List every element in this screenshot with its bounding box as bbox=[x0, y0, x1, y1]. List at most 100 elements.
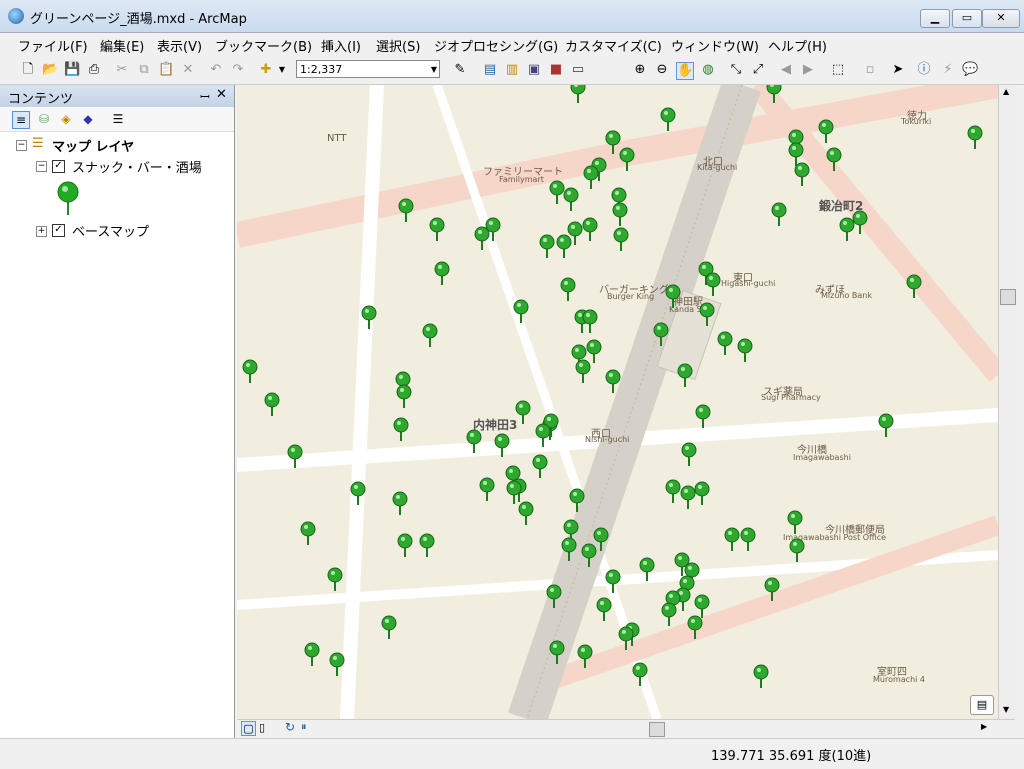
bar-location-pin-icon[interactable] bbox=[419, 533, 435, 557]
cut-icon[interactable]: ✂ bbox=[114, 62, 130, 78]
menu-edit[interactable]: 編集(E) bbox=[100, 36, 144, 55]
bar-location-pin-icon[interactable] bbox=[967, 125, 983, 149]
bar-location-pin-icon[interactable] bbox=[605, 130, 621, 154]
menu-view[interactable]: 表示(V) bbox=[157, 36, 202, 55]
bar-location-pin-icon[interactable] bbox=[787, 510, 803, 534]
bar-location-pin-icon[interactable] bbox=[639, 557, 655, 581]
menu-selection[interactable]: 選択(S) bbox=[376, 36, 420, 55]
identify-icon[interactable]: ⓘ bbox=[916, 62, 932, 78]
layout-view-icon[interactable]: ▯ bbox=[259, 721, 265, 734]
bar-location-pin-icon[interactable] bbox=[766, 85, 782, 103]
bar-location-pin-icon[interactable] bbox=[563, 187, 579, 211]
arctoolbox-icon[interactable]: ■ bbox=[548, 62, 564, 78]
bar-location-pin-icon[interactable] bbox=[466, 429, 482, 453]
delete-icon[interactable]: ✕ bbox=[180, 62, 196, 78]
bar-location-pin-icon[interactable] bbox=[494, 433, 510, 457]
bar-location-pin-icon[interactable] bbox=[665, 284, 681, 308]
save-icon[interactable]: 💾 bbox=[64, 62, 80, 78]
python-window-icon[interactable]: ▭ bbox=[570, 62, 586, 78]
bar-location-pin-icon[interactable] bbox=[612, 202, 628, 226]
menu-customize[interactable]: カスタマイズ(C) bbox=[565, 36, 662, 55]
menu-geoprocessing[interactable]: ジオプロセシング(G) bbox=[434, 36, 558, 55]
bar-location-pin-icon[interactable] bbox=[583, 165, 599, 189]
menu-help[interactable]: ヘルプ(H) bbox=[768, 36, 827, 55]
clear-selection-icon[interactable]: ▫ bbox=[862, 62, 878, 78]
bar-location-pin-icon[interactable] bbox=[771, 202, 787, 226]
root-collapse-icon[interactable]: − bbox=[16, 140, 27, 151]
bar-location-pin-icon[interactable] bbox=[582, 309, 598, 333]
chevron-down-icon[interactable]: ▼ bbox=[431, 61, 437, 79]
print-icon[interactable]: ⎙ bbox=[86, 62, 102, 78]
scroll-right-icon[interactable]: ▶ bbox=[981, 722, 987, 731]
pin-icon[interactable]: ꟷ bbox=[200, 88, 210, 105]
menu-insert[interactable]: 挿入(I) bbox=[321, 36, 361, 55]
bar-location-pin-icon[interactable] bbox=[653, 322, 669, 346]
paste-icon[interactable]: 📋 bbox=[158, 62, 174, 78]
copy-icon[interactable]: ⧉ bbox=[136, 62, 152, 78]
refresh-icon[interactable]: ↻ bbox=[285, 720, 295, 734]
bar-location-pin-icon[interactable] bbox=[560, 277, 576, 301]
scroll-down-icon[interactable]: ▼ bbox=[1003, 705, 1009, 714]
toc-close-icon[interactable]: ✕ bbox=[216, 87, 227, 102]
back-extent-icon[interactable]: ◀ bbox=[778, 62, 794, 78]
bar-location-pin-icon[interactable] bbox=[826, 147, 842, 171]
bar-location-pin-icon[interactable] bbox=[393, 417, 409, 441]
bar-location-pin-icon[interactable] bbox=[695, 404, 711, 428]
bar-location-pin-icon[interactable] bbox=[717, 331, 733, 355]
bar-location-pin-icon[interactable] bbox=[618, 626, 634, 650]
bar-location-pin-icon[interactable] bbox=[350, 481, 366, 505]
bar-location-pin-icon[interactable] bbox=[556, 234, 572, 258]
bar-location-pin-icon[interactable] bbox=[561, 537, 577, 561]
layer-bars[interactable]: スナック・バー・酒場 bbox=[72, 157, 202, 176]
add-data-dropdown-icon[interactable]: ▼ bbox=[274, 62, 290, 78]
full-extent-icon[interactable]: ◍ bbox=[700, 62, 716, 78]
fixed-zoom-out-icon[interactable]: ⤢ bbox=[750, 62, 766, 78]
bar-location-pin-icon[interactable] bbox=[396, 384, 412, 408]
minimize-button[interactable]: ▁ bbox=[920, 9, 950, 28]
new-document-icon[interactable]: 🗋 bbox=[20, 62, 36, 78]
bar-location-pin-icon[interactable] bbox=[906, 274, 922, 298]
bar-location-pin-icon[interactable] bbox=[518, 501, 534, 525]
bar-location-pin-icon[interactable] bbox=[699, 302, 715, 326]
bar-location-pin-icon[interactable] bbox=[513, 299, 529, 323]
open-folder-icon[interactable]: 📂 bbox=[42, 62, 58, 78]
select-elements-icon[interactable]: ➤ bbox=[890, 62, 906, 78]
bar-location-pin-icon[interactable] bbox=[789, 538, 805, 562]
bar-location-pin-icon[interactable] bbox=[613, 227, 629, 251]
pause-drawing-icon[interactable]: ⏸ bbox=[301, 720, 307, 734]
bar-location-pin-icon[interactable] bbox=[788, 142, 804, 166]
bar-location-pin-icon[interactable] bbox=[593, 527, 609, 551]
layout-toggle-icon[interactable]: ▤ bbox=[970, 695, 994, 715]
bars-point-layer[interactable] bbox=[237, 85, 998, 719]
bar-location-pin-icon[interactable] bbox=[661, 602, 677, 626]
data-view-icon[interactable]: ▢ bbox=[241, 721, 256, 736]
bar-location-pin-icon[interactable] bbox=[546, 584, 562, 608]
bar-location-pin-icon[interactable] bbox=[737, 338, 753, 362]
bar-location-pin-icon[interactable] bbox=[361, 305, 377, 329]
bar-location-pin-icon[interactable] bbox=[680, 485, 696, 509]
list-by-drawing-order-icon[interactable]: ≡ bbox=[12, 111, 30, 129]
list-by-source-icon[interactable]: ⛁ bbox=[36, 111, 52, 127]
vertical-scrollbar[interactable]: ▲ ▼ bbox=[998, 85, 1016, 719]
bar-location-pin-icon[interactable] bbox=[327, 567, 343, 591]
bar-location-pin-icon[interactable] bbox=[575, 359, 591, 383]
bar-location-pin-icon[interactable] bbox=[724, 527, 740, 551]
map-layer-root[interactable]: マップ レイヤ bbox=[52, 136, 134, 155]
list-by-visibility-icon[interactable]: ◈ bbox=[58, 111, 74, 127]
bar-location-pin-icon[interactable] bbox=[304, 642, 320, 666]
bar-location-pin-icon[interactable] bbox=[398, 198, 414, 222]
search-window-icon[interactable]: ▣ bbox=[526, 62, 542, 78]
maximize-button[interactable]: ▭ bbox=[952, 9, 982, 28]
pan-icon[interactable]: ✋ bbox=[676, 62, 694, 80]
bar-location-pin-icon[interactable] bbox=[632, 662, 648, 686]
bar-location-pin-icon[interactable] bbox=[740, 527, 756, 551]
toc-options-icon[interactable]: ☰ bbox=[110, 111, 126, 127]
bar-location-pin-icon[interactable] bbox=[705, 272, 721, 296]
bar-location-pin-icon[interactable] bbox=[794, 162, 810, 186]
bar-location-pin-icon[interactable] bbox=[434, 261, 450, 285]
hyperlink-icon[interactable]: ⚡ bbox=[940, 62, 956, 78]
table-icon[interactable]: ▤ bbox=[482, 62, 498, 78]
layer-basemap[interactable]: ベースマップ bbox=[72, 221, 149, 240]
bar-location-pin-icon[interactable] bbox=[287, 444, 303, 468]
bar-location-pin-icon[interactable] bbox=[586, 339, 602, 363]
